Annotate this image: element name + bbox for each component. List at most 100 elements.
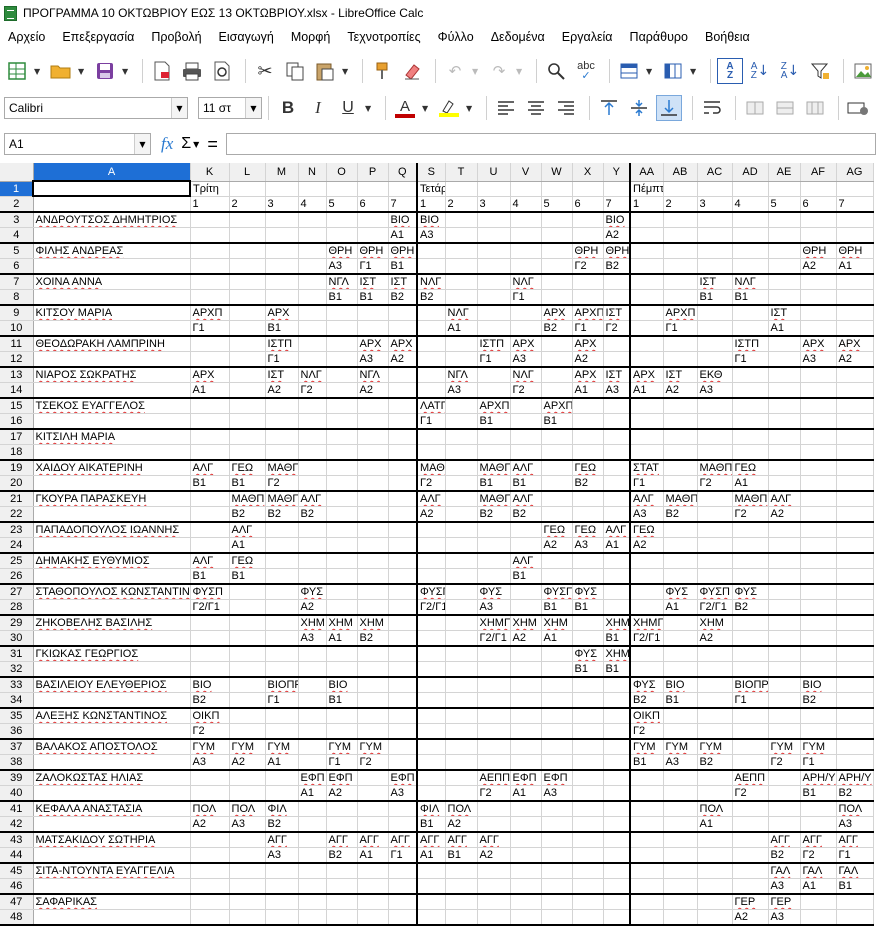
schedule-cell[interactable] [190,397,230,414]
schedule-cell[interactable] [477,676,511,693]
schedule-cell[interactable]: Β1 [357,289,389,306]
schedule-cell[interactable] [357,785,389,802]
column-header[interactable]: AG [836,163,874,182]
schedule-cell[interactable]: ΜΑΘΠ [417,459,446,476]
teacher-name-cell[interactable]: ΖΑΛΟΚΩΣΤΑΣ ΗΛΙΑΣ [33,769,191,786]
schedule-cell[interactable] [572,862,604,879]
schedule-cell[interactable]: 6 [572,196,604,213]
teacher-name-cell[interactable] [33,661,191,678]
schedule-cell[interactable] [477,227,511,244]
schedule-cell[interactable]: ΝΓΛ [326,273,358,290]
schedule-cell[interactable] [541,847,573,864]
schedule-cell[interactable] [357,583,389,600]
schedule-cell[interactable]: Γ2 [572,258,604,275]
schedule-cell[interactable] [663,723,698,740]
schedule-cell[interactable] [800,816,837,833]
schedule-cell[interactable] [603,552,631,569]
schedule-cell[interactable] [836,537,874,554]
schedule-cell[interactable] [265,444,299,461]
schedule-cell[interactable] [326,490,358,507]
schedule-cell[interactable] [697,785,733,802]
schedule-cell[interactable] [477,723,511,740]
underline-dropdown-icon[interactable]: ▼ [365,104,373,113]
schedule-cell[interactable] [298,242,327,259]
schedule-cell[interactable] [265,878,299,895]
schedule-cell[interactable] [836,304,874,321]
row-header[interactable]: 15 [0,397,34,414]
schedule-cell[interactable] [768,568,801,585]
schedule-cell[interactable] [510,444,542,461]
schedule-cell[interactable] [836,428,874,445]
schedule-cell[interactable]: Γ2 [265,475,299,492]
schedule-cell[interactable]: Γ2 [800,847,837,864]
schedule-cell[interactable]: ΜΑΘΠ [697,459,733,476]
schedule-cell[interactable] [800,568,837,585]
schedule-cell[interactable] [298,227,327,244]
schedule-cell[interactable] [603,754,631,771]
schedule-cell[interactable] [357,444,389,461]
column-header[interactable]: N [298,163,327,182]
schedule-cell[interactable]: Γ1 [417,413,446,430]
schedule-cell[interactable] [836,475,874,492]
schedule-cell[interactable]: ΣΤΑΤ [630,459,664,476]
schedule-cell[interactable] [190,490,230,507]
schedule-cell[interactable] [697,676,733,693]
teacher-name-cell[interactable] [33,754,191,771]
schedule-cell[interactable]: Β2 [510,506,542,523]
schedule-cell[interactable]: 3 [265,196,299,213]
schedule-cell[interactable] [445,738,478,755]
schedule-cell[interactable] [697,862,733,879]
schedule-cell[interactable]: ΧΗΜΠ [477,614,511,631]
schedule-cell[interactable] [697,335,733,352]
schedule-cell[interactable] [541,676,573,693]
schedule-cell[interactable] [732,723,769,740]
schedule-cell[interactable]: Γ2 [697,475,733,492]
row-header[interactable]: 47 [0,893,34,910]
schedule-cell[interactable] [836,707,874,724]
schedule-cell[interactable] [229,304,266,321]
row-header[interactable]: 21 [0,490,34,507]
open-dropdown-icon[interactable]: ▼ [78,67,86,76]
row-header[interactable]: 38 [0,754,34,771]
teacher-name-cell[interactable]: ΘΕΟΔΩΡΑΚΗ ΛΑΜΠΡΙΝΗ [33,335,191,352]
schedule-cell[interactable] [732,242,769,259]
schedule-cell[interactable]: ΓΕΡ [768,893,801,910]
schedule-cell[interactable]: Α3 [229,816,266,833]
schedule-cell[interactable]: Α3 [541,785,573,802]
schedule-cell[interactable] [510,397,542,414]
schedule-cell[interactable]: ΑΛΓ [417,490,446,507]
schedule-cell[interactable]: ΑΡΧΠ [663,304,698,321]
row-header[interactable]: 41 [0,800,34,817]
schedule-cell[interactable] [663,227,698,244]
schedule-cell[interactable] [572,552,604,569]
schedule-cell[interactable]: ΑΡΗ/Υ [836,769,874,786]
schedule-cell[interactable] [445,661,478,678]
schedule-cell[interactable] [298,692,327,709]
schedule-cell[interactable] [357,211,389,228]
schedule-cell[interactable]: ΕΦΠ [510,769,542,786]
schedule-cell[interactable] [768,181,801,197]
schedule-cell[interactable] [510,692,542,709]
schedule-cell[interactable] [768,645,801,662]
schedule-cell[interactable] [768,769,801,786]
schedule-cell[interactable]: ΕΚΘ [697,366,733,383]
schedule-cell[interactable]: Α2 [541,537,573,554]
schedule-cell[interactable] [298,351,327,368]
schedule-cell[interactable] [603,289,631,306]
schedule-cell[interactable] [603,568,631,585]
schedule-cell[interactable] [732,630,769,647]
schedule-cell[interactable]: Β1 [417,816,446,833]
column-header[interactable]: Q [388,163,418,182]
schedule-cell[interactable]: Β2 [298,506,327,523]
schedule-cell[interactable] [603,878,631,895]
schedule-cell[interactable] [800,645,837,662]
schedule-cell[interactable] [663,428,698,445]
teacher-name-cell[interactable]: ΚΕΦΑΛΑ ΑΝΑΣΤΑΣΙΑ [33,800,191,817]
schedule-cell[interactable] [510,413,542,430]
schedule-cell[interactable] [732,831,769,848]
teacher-name-cell[interactable] [33,568,191,585]
schedule-cell[interactable] [836,521,874,538]
schedule-cell[interactable] [298,878,327,895]
schedule-cell[interactable] [541,459,573,476]
schedule-cell[interactable] [732,181,769,197]
